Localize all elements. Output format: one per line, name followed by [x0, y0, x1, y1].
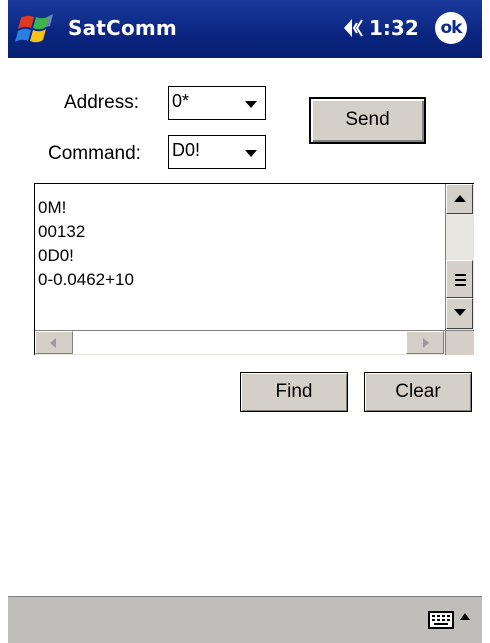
command-value: D0!: [172, 140, 201, 160]
chevron-up-icon[interactable]: [460, 613, 470, 620]
scroll-down-button[interactable]: [446, 298, 473, 329]
arrow-up-icon: [454, 195, 466, 202]
output-log: 0M! 00132 0D0! 0-0.0462+10: [38, 196, 134, 292]
grip-line: [455, 284, 466, 286]
title-bar: SatComm 1:32 ok: [8, 0, 482, 58]
scroll-thumb[interactable]: [446, 260, 473, 298]
horizontal-scroll-track[interactable]: [73, 331, 406, 354]
find-button[interactable]: Find: [240, 372, 348, 412]
log-line: 0M!: [38, 198, 67, 217]
scroll-left-button[interactable]: [35, 331, 73, 354]
chevron-down-icon: [245, 101, 257, 108]
horizontal-scrollbar[interactable]: [35, 330, 445, 355]
clock[interactable]: 1:32: [369, 16, 419, 40]
send-button[interactable]: Send: [309, 97, 426, 144]
clear-button[interactable]: Clear: [364, 372, 472, 412]
address-dropdown[interactable]: 0*: [168, 86, 266, 120]
windows-flag-icon[interactable]: [15, 12, 59, 46]
app-title: SatComm: [68, 16, 177, 40]
app-window: SatComm 1:32 ok Address: 0* Command: D0!…: [8, 0, 482, 643]
command-label: Command:: [48, 143, 141, 164]
log-line: 0D0!: [38, 246, 74, 265]
keyboard-icon[interactable]: [428, 611, 454, 629]
address-value: 0*: [172, 91, 190, 111]
scroll-right-button[interactable]: [406, 331, 444, 354]
vertical-scrollbar[interactable]: [445, 184, 474, 330]
chevron-down-icon: [245, 150, 257, 157]
menu-bar: [8, 596, 482, 643]
ok-button[interactable]: ok: [435, 12, 467, 44]
arrow-down-icon: [454, 309, 466, 316]
command-dropdown[interactable]: D0!: [168, 135, 266, 169]
address-label: Address:: [64, 92, 139, 113]
log-line: 00132: [38, 222, 86, 241]
arrow-left-icon: [50, 338, 56, 348]
arrow-right-icon: [423, 338, 429, 348]
log-line: 0-0.0462+10: [38, 270, 134, 289]
grip-line: [455, 279, 466, 281]
speaker-icon[interactable]: [343, 17, 367, 39]
output-textbox[interactable]: 0M! 00132 0D0! 0-0.0462+10: [34, 183, 474, 355]
grip-line: [455, 274, 466, 276]
scroll-up-button[interactable]: [446, 184, 473, 214]
scroll-corner: [445, 330, 474, 355]
